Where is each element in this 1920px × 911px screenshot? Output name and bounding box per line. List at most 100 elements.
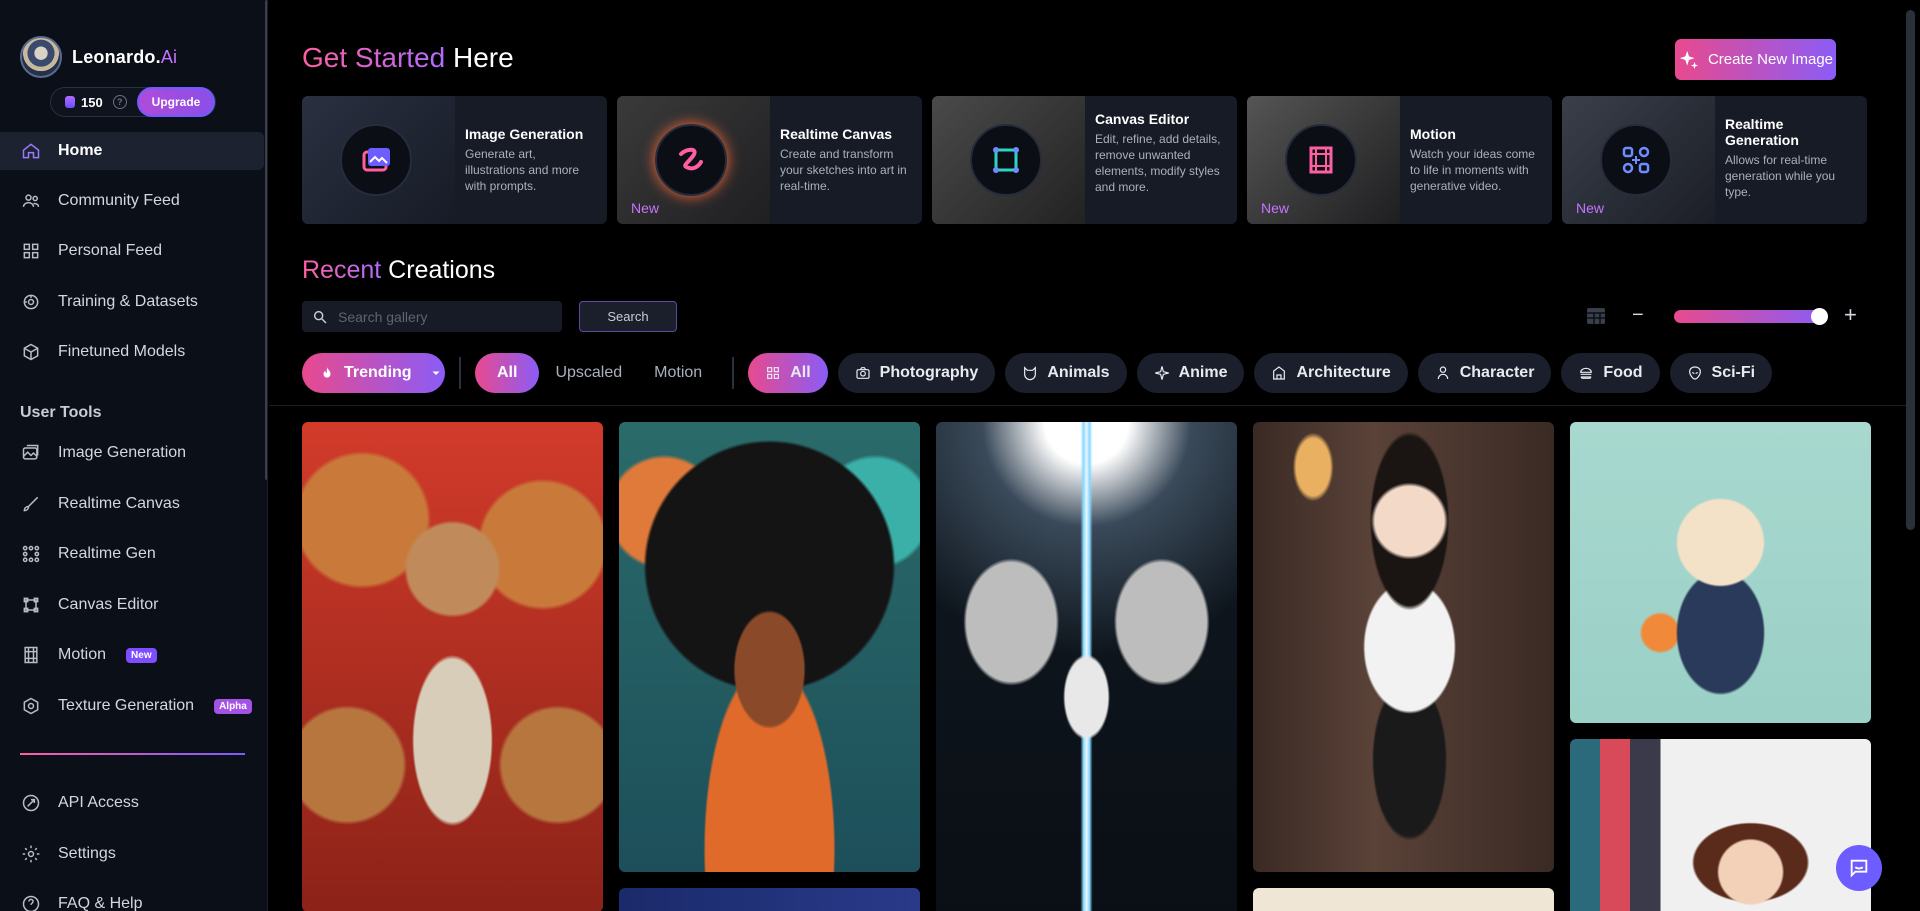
credits-pill: 150 ? Upgrade: [50, 87, 216, 117]
sidebar-item-motion[interactable]: Motion New: [0, 636, 264, 674]
search-icon: [313, 310, 327, 324]
sidebar-item-label: Image Generation: [58, 444, 187, 461]
building-icon: [1273, 366, 1286, 380]
card-text: Image Generation Generate art, illustrat…: [465, 126, 597, 194]
sidebar-item-label: API Access: [58, 794, 139, 811]
dots-grid-icon: [20, 543, 42, 565]
sidebar-item-label: Texture Generation: [58, 697, 195, 714]
realtime-dots-icon: [1600, 124, 1672, 196]
sidebar-scrollbar[interactable]: [265, 0, 267, 480]
feature-cards: Image Generation Generate art, illustrat…: [302, 96, 1867, 224]
feature-card-realtime-generation[interactable]: Realtime Generation Allows for real-time…: [1562, 96, 1867, 224]
category-sci-fi[interactable]: Sci-Fi: [1669, 353, 1773, 393]
gallery-image-cream[interactable]: [1253, 888, 1554, 911]
sidebar-item-label: Home: [58, 142, 103, 159]
category-label: Architecture: [1296, 364, 1391, 381]
category-label: Animals: [1047, 364, 1110, 381]
category-anime[interactable]: Anime: [1136, 353, 1245, 393]
sidebar-item-label: Realtime Gen: [58, 545, 156, 562]
zoom-slider-handle[interactable]: [1811, 308, 1828, 325]
feature-card-realtime-canvas[interactable]: Realtime Canvas Create and transform you…: [617, 96, 922, 224]
sidebar-item-personal-feed[interactable]: Personal Feed: [0, 232, 264, 270]
layout-toggle-icon[interactable]: [1586, 306, 1606, 326]
api-icon: [20, 792, 42, 814]
category-label: Anime: [1178, 364, 1228, 381]
gallery-image-glasses-girl[interactable]: [1570, 739, 1871, 911]
sidebar-item-image-generation[interactable]: Image Generation: [0, 434, 264, 472]
sidebar-item-label: Motion: [58, 646, 107, 663]
sidebar-item-faq-help[interactable]: FAQ & Help: [0, 885, 264, 911]
gallery-image-afro-portrait[interactable]: [619, 422, 920, 872]
training-icon: [20, 291, 42, 313]
card-title: Realtime Canvas: [780, 126, 893, 142]
zoom-in-icon[interactable]: +: [1844, 302, 1857, 328]
gallery-image-lion-warrior[interactable]: [302, 422, 603, 911]
card-title: Canvas Editor: [1095, 111, 1190, 127]
token-icon: [65, 96, 75, 108]
zoom-out-icon[interactable]: −: [1632, 304, 1644, 327]
category-character[interactable]: Character: [1417, 353, 1552, 393]
card-title: Motion: [1410, 126, 1456, 142]
feature-card-image-generation[interactable]: Image Generation Generate art, illustrat…: [302, 96, 607, 224]
sidebar-item-realtime-canvas[interactable]: Realtime Canvas: [0, 485, 264, 523]
credit-count: 150: [81, 94, 103, 110]
sidebar: Leonardo.Ai 150 ? Upgrade Home Community…: [0, 0, 268, 911]
gallery-image-eagle-lightning[interactable]: [936, 422, 1237, 911]
sidebar-item-finetuned-models[interactable]: Finetuned Models: [0, 333, 264, 371]
grid-icon: [767, 367, 780, 379]
sidebar-item-label: Settings: [58, 845, 116, 862]
category-label: Sci-Fi: [1711, 364, 1756, 381]
trending-dropdown[interactable]: Trending: [302, 353, 445, 393]
support-chat-button[interactable]: [1836, 845, 1882, 891]
chat-icon: [1850, 859, 1868, 878]
gallery-image-cat[interactable]: [1570, 422, 1871, 723]
sidebar-item-texture-generation[interactable]: Texture Generation Alpha: [0, 687, 264, 725]
category-all[interactable]: All: [748, 353, 828, 393]
new-badge: New: [126, 647, 157, 663]
card-desc: Create and transform your sketches into …: [780, 147, 907, 193]
chevron-down-icon: [432, 371, 440, 375]
create-new-image-button[interactable]: Create New Image: [1675, 39, 1836, 80]
card-text: Realtime Generation Allows for real-time…: [1725, 116, 1857, 200]
help-icon: [20, 893, 42, 911]
search-button[interactable]: Search: [579, 301, 677, 332]
category-animals[interactable]: Animals: [1005, 353, 1127, 393]
cube-icon: [20, 341, 42, 363]
category-label: Character: [1459, 364, 1535, 381]
tab-motion[interactable]: Motion: [638, 353, 718, 393]
grid-icon: [20, 240, 42, 262]
category-architecture[interactable]: Architecture: [1254, 353, 1408, 393]
sidebar-item-community-feed[interactable]: Community Feed: [0, 182, 264, 220]
card-title: Image Generation: [465, 126, 584, 142]
category-food[interactable]: Food: [1561, 353, 1660, 393]
category-photography[interactable]: Photography: [837, 353, 996, 393]
sidebar-item-canvas-editor[interactable]: Canvas Editor: [0, 586, 264, 624]
page-scrollbar[interactable]: [1906, 10, 1915, 530]
tab-all[interactable]: All: [475, 353, 540, 393]
image-gen-icon: [340, 124, 412, 196]
home-icon: [20, 140, 42, 162]
help-icon[interactable]: ?: [112, 95, 127, 109]
filter-separator: [269, 405, 1910, 406]
upgrade-button[interactable]: Upgrade: [137, 87, 215, 117]
feature-card-motion[interactable]: Motion Watch your ideas come to life in …: [1247, 96, 1552, 224]
cat-icon: [1024, 366, 1037, 381]
user-avatar[interactable]: [20, 36, 62, 78]
sidebar-item-training[interactable]: Training & Datasets: [0, 283, 264, 321]
sidebar-item-api-access[interactable]: API Access: [0, 784, 264, 822]
gallery-search-input[interactable]: [338, 308, 538, 325]
burger-icon: [1580, 367, 1593, 379]
gallery-image-blue[interactable]: [619, 888, 920, 911]
sidebar-item-realtime-gen[interactable]: Realtime Gen: [0, 535, 264, 573]
category-label: Photography: [879, 364, 979, 381]
zoom-slider[interactable]: [1674, 310, 1826, 323]
category-label: All: [790, 364, 811, 381]
brand[interactable]: Leonardo.Ai: [20, 36, 177, 78]
person-icon: [1437, 366, 1448, 380]
sidebar-item-settings[interactable]: Settings: [0, 835, 264, 873]
filter-bar: Trending All Upscaled Motion All Photogr…: [302, 353, 1782, 393]
tab-upscaled[interactable]: Upscaled: [539, 353, 638, 393]
gallery-image-anime-girl[interactable]: [1253, 422, 1554, 872]
sidebar-item-home[interactable]: Home: [0, 132, 264, 170]
feature-card-canvas-editor[interactable]: Canvas Editor Edit, refine, add details,…: [932, 96, 1237, 224]
